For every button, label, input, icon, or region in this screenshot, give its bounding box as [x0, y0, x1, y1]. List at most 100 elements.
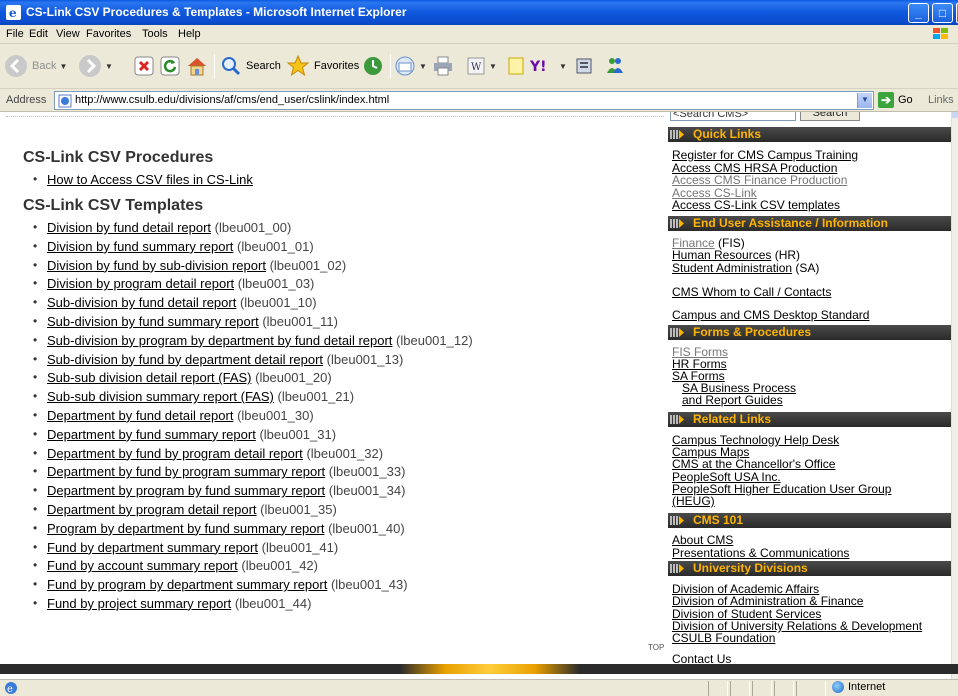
section-heading-assistance: End User Assistance / Information — [668, 216, 951, 231]
favorites-toolbar-button[interactable]: Favorites — [286, 50, 359, 82]
template-link[interactable]: Sub-division by program by department by… — [47, 333, 392, 348]
search-toolbar-button[interactable]: Search — [220, 50, 281, 82]
windows-logo-icon — [933, 28, 948, 39]
template-link[interactable]: Division by fund detail report — [47, 220, 211, 235]
template-item: Sub-division by fund summary report (lbe… — [33, 314, 473, 333]
security-zone: Internet — [832, 681, 885, 693]
template-link[interactable]: Department by fund by program summary re… — [47, 464, 325, 479]
section-heading-text: End User Assistance / Information — [693, 216, 888, 230]
template-link[interactable]: Sub-division by fund summary report — [47, 314, 259, 329]
sidebar-link[interactable]: Campus and CMS Desktop Standard — [672, 309, 869, 322]
template-link[interactable]: Department by program by fund summary re… — [47, 483, 325, 498]
go-button[interactable]: ➔ Go — [878, 92, 913, 108]
menu-file[interactable]: File — [6, 28, 24, 40]
template-link[interactable]: Department by fund summary report — [47, 427, 256, 442]
sidebar-link[interactable]: Presentations & Communications — [672, 547, 849, 560]
stop-button[interactable] — [134, 50, 154, 82]
report-code: (lbeu001_00) — [214, 220, 292, 235]
sidebar-link[interactable]: About CMS — [672, 534, 733, 547]
section-heading-text: University Divisions — [693, 561, 808, 575]
template-item: Division by program detail report (lbeu0… — [33, 276, 473, 295]
sidebar-link[interactable]: CMS at the Chancellor's Office — [672, 458, 835, 471]
template-link[interactable]: Department by program detail report — [47, 502, 257, 517]
template-link[interactable]: Sub-sub division summary report (FAS) — [47, 389, 274, 404]
yahoo-button[interactable]: Y! ▼ — [530, 50, 567, 82]
menu-view[interactable]: View — [56, 28, 80, 40]
forward-arrow-icon — [79, 55, 101, 77]
address-dropdown-icon[interactable]: ▼ — [857, 93, 872, 108]
edit-button[interactable]: W ▼ — [466, 50, 497, 82]
template-item: Fund by program by department summary re… — [33, 577, 473, 596]
back-arrow-icon — [5, 55, 27, 77]
menu-tools[interactable]: Tools — [142, 28, 168, 40]
vertical-scrollbar[interactable] — [951, 112, 958, 679]
menu-edit[interactable]: Edit — [29, 28, 48, 40]
report-code: (lbeu001_20) — [255, 370, 332, 386]
minimize-button[interactable]: _ — [908, 3, 929, 23]
sidebar-link-suffix: (SA) — [792, 261, 820, 275]
template-link[interactable]: Division by fund by sub-division report — [47, 258, 266, 273]
sidebar-link-label: About CMS — [672, 533, 734, 547]
template-link[interactable]: Fund by account summary report — [47, 558, 238, 573]
history-button[interactable] — [362, 50, 384, 82]
sidebar: Search Quick LinksRegister for CMS Campu… — [668, 112, 951, 679]
maximize-button[interactable]: □ — [932, 3, 953, 23]
report-code: (lbeu001_21) — [277, 389, 355, 405]
sidebar-link[interactable]: CMS Whom to Call / Contacts — [672, 286, 831, 299]
sidebar-link[interactable]: Human Resources (HR) — [672, 249, 800, 262]
sidebar-link[interactable]: (HEUG) — [672, 495, 715, 508]
template-link[interactable]: Fund by department summary report — [47, 540, 258, 555]
report-code: (lbeu001_10) — [239, 295, 317, 311]
report-code: (lbeu001_43) — [330, 577, 408, 593]
template-link[interactable]: Program by department by fund summary re… — [47, 521, 324, 536]
home-button[interactable] — [186, 50, 208, 82]
top-link[interactable]: TOP — [648, 643, 664, 652]
research-button[interactable] — [574, 50, 596, 82]
template-item: Division by fund by sub-division report … — [33, 258, 473, 277]
template-item: Sub-division by fund detail report (lbeu… — [33, 295, 473, 314]
section-heading-related: Related Links — [668, 412, 951, 427]
messenger-icon — [607, 58, 623, 73]
forward-button[interactable]: ▼ — [78, 50, 113, 82]
refresh-button[interactable] — [160, 50, 180, 82]
template-link[interactable]: Department by fund by program detail rep… — [47, 446, 303, 461]
template-link[interactable]: Fund by project summary report — [47, 596, 231, 611]
report-code: (lbeu001_31) — [259, 426, 337, 442]
template-item: Division by fund summary report (lbeu001… — [33, 239, 473, 258]
procedure-link[interactable]: How to Access CSV files in CS-Link — [47, 172, 253, 187]
menu-favorites[interactable]: Favorites — [86, 28, 131, 40]
discuss-button[interactable] — [506, 50, 526, 82]
sidebar-link[interactable]: Division of Administration & Finance — [672, 595, 863, 608]
menu-help[interactable]: Help — [178, 28, 201, 40]
mail-button[interactable]: ▼ — [394, 50, 427, 82]
template-link[interactable]: Division by fund summary report — [47, 239, 233, 254]
templates-list: Division by fund detail report (lbeu001_… — [33, 220, 473, 615]
section-heading-divisions: University Divisions — [668, 561, 951, 576]
section-heading-quick-links: Quick Links — [668, 127, 951, 142]
mail-icon — [395, 56, 415, 76]
cms-search-button[interactable]: Search — [800, 112, 860, 121]
menu-bar: File Edit View Favorites Tools Help — [0, 25, 958, 44]
template-link[interactable]: Division by program detail report — [47, 276, 234, 291]
links-toolbar[interactable]: Links — [928, 94, 954, 106]
template-item: Sub-division by program by department by… — [33, 333, 473, 352]
address-input[interactable]: http://www.csulb.edu/divisions/af/cms/en… — [54, 91, 874, 110]
sidebar-link-label: (HEUG) — [672, 494, 715, 508]
sidebar-link[interactable]: and Report Guides — [682, 394, 783, 407]
template-link[interactable]: Department by fund detail report — [47, 408, 233, 423]
template-link[interactable]: Sub-sub division detail report (FAS) — [47, 370, 251, 385]
bars-arrow-icon — [670, 564, 684, 573]
sidebar-link[interactable]: Access CS-Link CSV templates — [672, 199, 840, 212]
cms-search-input[interactable] — [670, 112, 796, 121]
template-link[interactable]: Sub-division by fund detail report — [47, 295, 236, 310]
print-button[interactable] — [432, 50, 454, 82]
template-item: Sub-sub division summary report (FAS) (l… — [33, 389, 473, 408]
section-heading-cms101: CMS 101 — [668, 513, 951, 528]
back-button[interactable]: Back ▼ — [4, 50, 67, 82]
template-link[interactable]: Sub-division by fund by department detai… — [47, 352, 323, 367]
template-link[interactable]: Fund by program by department summary re… — [47, 577, 327, 592]
messenger-button[interactable] — [604, 50, 626, 82]
template-item: Department by program detail report (lbe… — [33, 502, 473, 521]
sidebar-link[interactable]: Student Administration (SA) — [672, 262, 819, 275]
sidebar-link[interactable]: CSULB Foundation — [672, 632, 775, 645]
